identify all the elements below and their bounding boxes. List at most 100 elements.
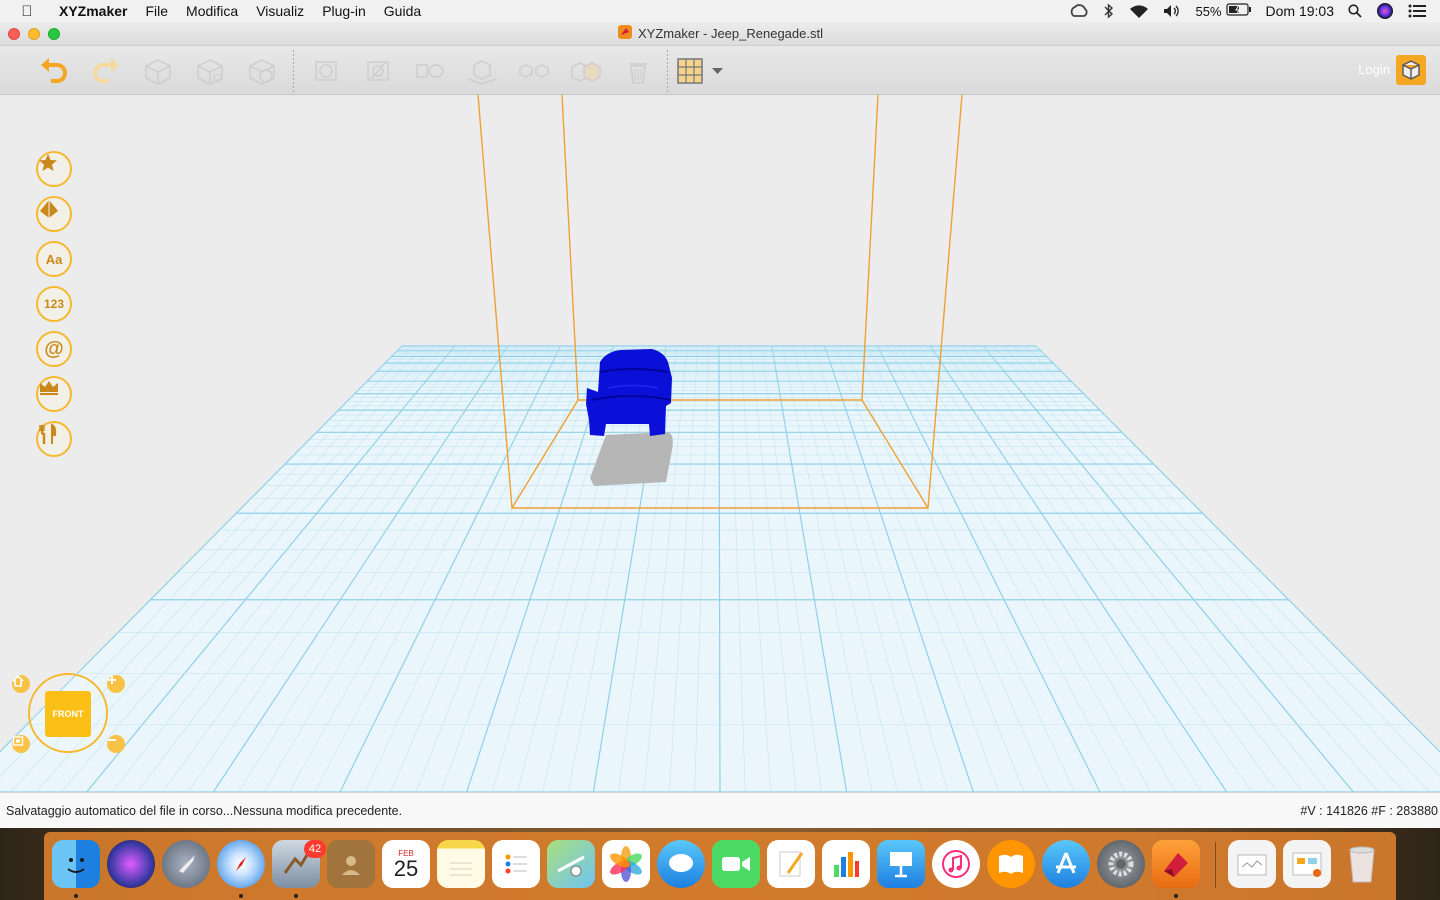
running-indicator	[294, 894, 298, 898]
document-icon	[617, 24, 633, 43]
maps-dock-icon[interactable]	[547, 840, 595, 888]
numbers-dock-icon[interactable]	[822, 840, 870, 888]
fork-knife-icon	[39, 423, 57, 444]
siri-dock-icon[interactable]	[107, 840, 155, 888]
arrange-cubes-icon	[519, 64, 549, 78]
menu-visualiz[interactable]: Visualiz	[247, 0, 313, 22]
view-cube-face-label: FRONT	[52, 709, 84, 719]
rotate-icon	[367, 61, 389, 81]
fit-view-button[interactable]	[12, 735, 30, 753]
system-preferences-dock-icon[interactable]	[1097, 840, 1145, 888]
build-plate-scene[interactable]	[0, 95, 1440, 792]
copy-cube-icon	[145, 59, 171, 85]
apple-menu-icon[interactable]: 	[16, 0, 38, 22]
xyzmaker-dock-icon[interactable]	[1152, 840, 1200, 888]
toolbar: Login	[0, 46, 1440, 95]
downloads-stack-dock-icon[interactable]	[1283, 840, 1331, 888]
arrange-button[interactable]	[518, 56, 550, 86]
text-tool-label: Aa	[45, 251, 63, 267]
toolbar-separator	[667, 50, 668, 92]
clock[interactable]: Dom 19:03	[1266, 3, 1334, 19]
notification-center-icon[interactable]	[1408, 4, 1426, 18]
numbers-tool-button[interactable]: 123	[36, 286, 72, 322]
household-models-button[interactable]	[36, 421, 72, 457]
shapes-button[interactable]	[36, 196, 72, 232]
itunes-dock-icon[interactable]	[932, 840, 980, 888]
toolbar-separator	[293, 50, 294, 92]
fit-view-icon	[12, 736, 24, 746]
battery-icon	[1225, 3, 1252, 19]
facetime-dock-icon[interactable]	[712, 840, 760, 888]
grid-icon	[677, 58, 723, 84]
notes-dock-icon[interactable]	[437, 840, 485, 888]
bluetooth-icon[interactable]	[1103, 3, 1115, 19]
symbols-tool-button[interactable]: @	[36, 331, 72, 367]
combine-button[interactable]	[570, 56, 602, 86]
home-view-button[interactable]	[12, 675, 30, 693]
delete-button[interactable]	[622, 56, 654, 86]
finder-dock-icon[interactable]	[52, 840, 100, 888]
pages-dock-icon[interactable]	[767, 840, 815, 888]
redo-icon	[93, 58, 119, 83]
undo-button[interactable]	[38, 56, 70, 86]
spotlight-search-icon[interactable]	[1348, 4, 1362, 18]
copy-button[interactable]	[142, 56, 174, 86]
trash-dock-icon[interactable]	[1338, 840, 1386, 888]
favorites-button[interactable]	[36, 151, 72, 187]
trash-icon	[629, 63, 647, 84]
move-button[interactable]	[310, 56, 342, 86]
calendar-dock-icon[interactable]: FEB 25	[382, 840, 430, 888]
minus-icon	[108, 739, 116, 741]
menu-file[interactable]: File	[136, 0, 177, 22]
decorations-button[interactable]	[36, 376, 72, 412]
scale-button[interactable]	[414, 56, 446, 86]
build-plate-grid	[0, 345, 1440, 792]
documents-stack-dock-icon[interactable]	[1228, 840, 1276, 888]
menu-app-name[interactable]: XYZmaker	[50, 0, 136, 22]
menu-guida[interactable]: Guida	[375, 0, 430, 22]
combine-cubes-icon	[571, 62, 601, 82]
siri-icon[interactable]	[1376, 2, 1394, 20]
close-window-button[interactable]	[8, 28, 20, 40]
keynote-dock-icon[interactable]	[877, 840, 925, 888]
photos-dock-icon[interactable]	[602, 840, 650, 888]
launchpad-dock-icon[interactable]	[162, 840, 210, 888]
menu-modifica[interactable]: Modifica	[177, 0, 247, 22]
cut-cube-icon	[197, 59, 223, 85]
rotate-button[interactable]	[362, 56, 394, 86]
wifi-icon[interactable]	[1129, 4, 1149, 19]
redo-button[interactable]	[90, 56, 122, 86]
contacts-dock-icon[interactable]	[327, 840, 375, 888]
vertex-face-counts: #V : 141826 #F : 283880	[1300, 804, 1438, 818]
creative-cloud-icon[interactable]	[1069, 4, 1089, 18]
messages-dock-icon[interactable]	[657, 840, 705, 888]
text-tool-button[interactable]: Aa	[36, 241, 72, 277]
menu-plugin[interactable]: Plug-in	[313, 0, 375, 22]
cut-button[interactable]	[194, 56, 226, 86]
battery-percent: 55%	[1195, 3, 1222, 19]
zoom-in-button[interactable]	[107, 675, 125, 693]
scale-icon	[416, 64, 444, 78]
view-cube-control[interactable]: FRONT	[28, 673, 108, 753]
3d-viewport[interactable]: Aa 123 @ FRONT	[0, 95, 1440, 792]
running-indicator	[1174, 894, 1178, 898]
login-link[interactable]: Login	[1358, 62, 1390, 77]
star-icon	[39, 154, 57, 171]
minimize-window-button[interactable]	[28, 28, 40, 40]
status-bar: Salvataggio automatico del file in corso…	[0, 792, 1440, 828]
app-store-dock-icon[interactable]	[1042, 840, 1090, 888]
safari-dock-icon[interactable]	[217, 840, 265, 888]
view-cube-front-face[interactable]: FRONT	[45, 691, 91, 737]
grid-view-dropdown[interactable]	[676, 56, 726, 86]
dock-separator	[1215, 842, 1216, 888]
zoom-out-button[interactable]	[107, 735, 125, 753]
account-cube-button[interactable]	[1396, 55, 1426, 85]
paste-button[interactable]	[246, 56, 278, 86]
reminders-dock-icon[interactable]	[492, 840, 540, 888]
zoom-window-button[interactable]	[48, 28, 60, 40]
move-icon	[315, 61, 337, 81]
volume-icon[interactable]	[1163, 4, 1181, 18]
battery-indicator[interactable]: 55%	[1195, 3, 1251, 19]
place-on-bed-button[interactable]	[466, 56, 498, 86]
ibooks-dock-icon[interactable]	[987, 840, 1035, 888]
